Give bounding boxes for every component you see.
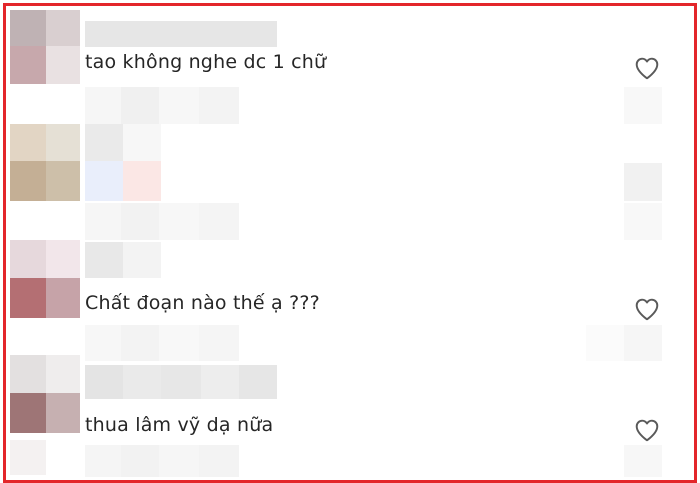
- like-button[interactable]: [634, 418, 660, 442]
- username-blurred: [85, 21, 277, 47]
- comment-text: thua lâm vỹ dạ nữa: [85, 414, 274, 436]
- comment-text: Chất đoạn nào thế ạ ???: [85, 292, 320, 314]
- like-button[interactable]: [634, 297, 660, 321]
- like-button[interactable]: [634, 56, 660, 80]
- comment-text: tao không nghe dc 1 chữ: [85, 51, 327, 73]
- heart-icon: [635, 419, 659, 442]
- heart-icon: [635, 298, 659, 321]
- heart-icon: [635, 57, 659, 80]
